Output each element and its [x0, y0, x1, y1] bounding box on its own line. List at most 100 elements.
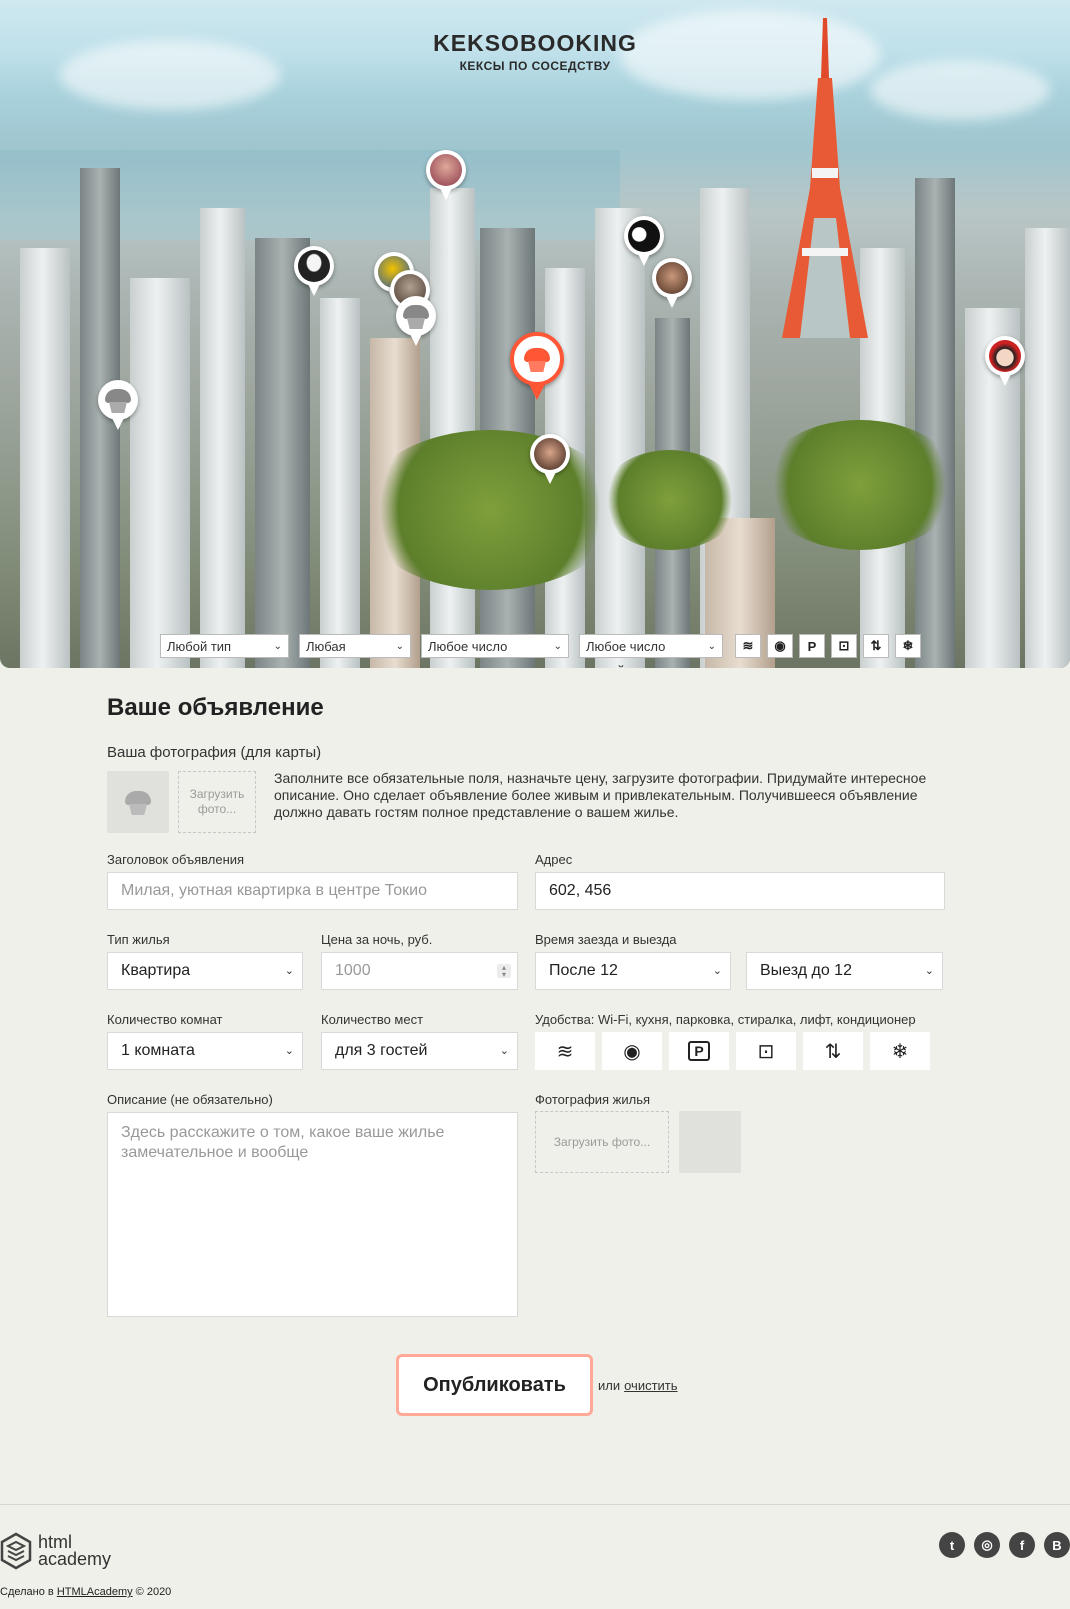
submit-button[interactable]: Опубликовать: [396, 1354, 593, 1416]
logo-line-academy: academy: [38, 1549, 112, 1569]
type-field: Тип жилья Квартира ⌄: [107, 932, 303, 990]
conditioner-icon[interactable]: ❄: [870, 1032, 930, 1070]
muffin-icon: [105, 387, 131, 413]
price-filter-value: Любая: [306, 639, 346, 654]
title-field: Заголовок объявления Милая, уютная кварт…: [107, 852, 518, 910]
avatar-preview: [107, 771, 169, 833]
wifi-icon[interactable]: ≋: [735, 634, 761, 658]
map-pin[interactable]: [652, 258, 692, 310]
elevator-icon[interactable]: ⇅: [863, 634, 889, 658]
timeout-value: Выезд до 12: [760, 962, 852, 979]
time-field: Время заезда и выезда После 12 ⌄ Выезд до…: [535, 932, 945, 990]
wifi-icon[interactable]: ≋: [535, 1032, 595, 1070]
avatar-label: Ваша фотография (для карты): [107, 744, 322, 761]
copyright-suffix: © 2020: [135, 1586, 172, 1598]
map-pin[interactable]: [426, 150, 466, 202]
form-hint: Заполните все обязательные поля, назначь…: [274, 770, 927, 820]
chevron-down-icon: ⌄: [284, 965, 294, 977]
rooms-filter[interactable]: Любое число комнат⌄: [421, 634, 569, 668]
photo-upload[interactable]: Загрузить фото...: [535, 1111, 669, 1173]
facebook-icon[interactable]: f: [1009, 1532, 1035, 1558]
timein-select[interactable]: После 12 ⌄: [535, 952, 731, 990]
copyright: Сделано в HTMLAcademy © 2020: [0, 1586, 171, 1598]
capacity-select[interactable]: для 3 гостей ⌄: [321, 1032, 518, 1070]
instagram-icon[interactable]: ◎: [974, 1532, 1000, 1558]
park-decoration: [760, 420, 960, 550]
address-input[interactable]: 602, 456: [535, 872, 945, 910]
capacity-field: Количество мест для 3 гостей ⌄: [321, 1012, 518, 1070]
washer-icon[interactable]: ⊡: [831, 634, 857, 658]
copyright-prefix: Сделано в: [0, 1586, 54, 1598]
price-filter[interactable]: Любая ⌄: [299, 634, 411, 658]
dishwasher-icon[interactable]: ◉: [767, 634, 793, 658]
muffin-icon: [524, 346, 550, 372]
twitter-icon[interactable]: t: [939, 1532, 965, 1558]
building: [255, 238, 310, 668]
spinner-icon[interactable]: ▴ ▾: [497, 964, 511, 979]
housing-type-filter[interactable]: Любой тип жилья⌄: [160, 634, 289, 668]
chevron-down-icon: ⌄: [395, 641, 404, 652]
type-select-value: Квартира: [121, 962, 191, 979]
avatar: [298, 250, 330, 282]
photos-field: Фотография жилья Загрузить фото...: [535, 1092, 945, 1182]
type-select[interactable]: Квартира ⌄: [107, 952, 303, 990]
park-decoration: [600, 450, 740, 550]
conditioner-icon[interactable]: ❄: [895, 634, 921, 658]
address-field: Адрес 602, 456: [535, 852, 945, 910]
timeout-select[interactable]: Выезд до 12 ⌄: [746, 952, 943, 990]
guests-filter[interactable]: Любое число гостей⌄: [579, 634, 723, 668]
htmlacademy-text: html academy: [38, 1533, 112, 1569]
avatar: [430, 154, 462, 186]
washer-icon[interactable]: ⊡: [736, 1032, 796, 1070]
rooms-select[interactable]: 1 комната ⌄: [107, 1032, 303, 1070]
chevron-down-icon: ⌄: [707, 641, 716, 652]
avatar-upload[interactable]: Загрузить фото...: [178, 771, 256, 833]
building: [200, 208, 245, 668]
building: [130, 278, 190, 668]
parking-icon[interactable]: P: [669, 1032, 729, 1070]
type-label: Тип жилья: [107, 932, 170, 947]
capacity-value: для 3 гостей: [335, 1042, 428, 1059]
reset-link[interactable]: очистить: [624, 1378, 677, 1393]
rooms-label: Количество комнат: [107, 1012, 223, 1027]
price-label: Цена за ночь, руб.: [321, 932, 433, 947]
title-input[interactable]: Милая, уютная квартирка в центре Токио: [107, 872, 518, 910]
description-label: Описание (не обязательно): [107, 1092, 273, 1107]
building: [20, 248, 70, 668]
logo-title: KEKSOBOOKING: [433, 30, 637, 56]
price-input[interactable]: 1000 ▴ ▾: [321, 952, 518, 990]
vk-icon[interactable]: B: [1044, 1532, 1070, 1558]
htmlacademy-icon: [0, 1532, 32, 1570]
avatar: [534, 438, 566, 470]
rooms-field: Количество комнат 1 комната ⌄: [107, 1012, 303, 1070]
photo-label: Фотография жилья: [535, 1092, 651, 1107]
map-pin-default[interactable]: [396, 296, 436, 348]
avatar: [628, 220, 660, 252]
park-decoration: [360, 430, 620, 590]
description-field: Описание (не обязательно) Здесь расскажи…: [107, 1092, 518, 1317]
elevator-icon[interactable]: ⇅: [803, 1032, 863, 1070]
building: [320, 298, 360, 668]
map-pin[interactable]: [530, 434, 570, 486]
htmlacademy-link[interactable]: HTMLAcademy: [57, 1586, 133, 1598]
main-pin[interactable]: [510, 332, 564, 402]
parking-icon[interactable]: P: [799, 634, 825, 658]
map-pin[interactable]: [985, 336, 1025, 388]
htmlacademy-logo[interactable]: html academy: [0, 1532, 111, 1570]
map[interactable]: KEKSOBOOKING КЕКСЫ ПО СОСЕДСТВУ Любой ти…: [0, 0, 1070, 668]
description-textarea[interactable]: Здесь расскажите о том, какое ваше жилье…: [107, 1112, 518, 1317]
or-text: или: [598, 1377, 621, 1393]
dishwasher-icon[interactable]: ◉: [602, 1032, 662, 1070]
price-placeholder: 1000: [335, 962, 371, 979]
form-title: Ваше объявление: [107, 694, 324, 721]
ad-form: Ваше объявление Ваша фотография (для кар…: [107, 694, 945, 1416]
map-pin[interactable]: [294, 246, 334, 298]
chevron-down-icon: ⌄: [553, 641, 562, 652]
submit-row: Опубликовать или очистить: [396, 1354, 678, 1416]
rooms-value: 1 комната: [121, 1042, 195, 1059]
map-pin-default[interactable]: [98, 380, 138, 432]
avatar: [656, 262, 688, 294]
chevron-down-icon: ⌄: [499, 1045, 509, 1057]
time-label: Время заезда и выезда: [535, 932, 677, 947]
building: [1025, 228, 1070, 668]
